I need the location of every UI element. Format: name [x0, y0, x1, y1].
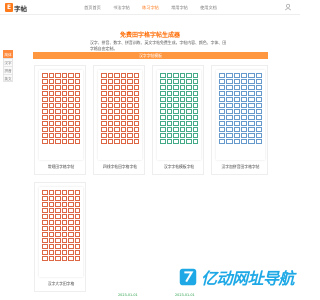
side-tab-english[interactable]: 英文	[3, 74, 13, 82]
logo-text: 字帖	[14, 4, 27, 13]
template-preview	[216, 70, 265, 160]
template-card-label: 四线字帖田字格字帖	[102, 164, 138, 169]
template-preview	[157, 70, 201, 160]
template-preview	[98, 70, 142, 160]
watermark-text: 亿动网址导航	[200, 269, 295, 288]
bottom-tag-1: 2023-01-01	[118, 293, 138, 297]
template-preview	[39, 187, 83, 277]
side-tab-pinyin[interactable]: 拼音	[3, 66, 13, 74]
top-nav-bar: E 字帖 首页首页 书法字帖 练习字帖 常用字帖 使用文档	[0, 0, 300, 15]
page-title: 免费田字格字帖生成器	[119, 32, 180, 39]
nav-item-home[interactable]: 首页首页	[78, 0, 107, 15]
template-card-4[interactable]: 汉字加拼音田字格字帖	[211, 65, 268, 175]
template-card-label: 汉字加拼音田字格字帖	[221, 164, 260, 169]
logo[interactable]: E 字帖	[5, 2, 27, 13]
template-card-label: 汉字大字田字格	[47, 281, 75, 286]
side-tabs: 简体 汉字 拼音 英文	[3, 50, 13, 82]
template-preview	[39, 70, 83, 160]
nav-item-common[interactable]: 常用字帖	[165, 0, 194, 15]
watermark-logo-icon	[179, 268, 197, 286]
template-card-label: 汉字字帖模板字帖	[163, 164, 195, 169]
side-tab-simplified[interactable]: 简体	[3, 50, 13, 58]
nav-item-practice[interactable]: 练习字帖	[136, 0, 165, 15]
hero-desc-line1: 汉字、拼音、数字、拼音训练、英文字帖免费生成，字帖内容、颜色、字体、田字格自由定…	[90, 40, 227, 51]
section-banner: 汉字字帖模板	[33, 52, 268, 59]
nav-item-calligraphy[interactable]: 书法字帖	[107, 0, 136, 15]
template-card-5[interactable]: 汉字大字田字格	[34, 182, 86, 292]
user-icon[interactable]	[284, 3, 292, 11]
side-tab-hanzi[interactable]: 汉字	[3, 58, 13, 66]
logo-mark: E	[5, 3, 13, 12]
nav-item-docs[interactable]: 使用文档	[194, 0, 223, 15]
template-card-1[interactable]: 常规田字格字帖	[34, 65, 86, 175]
bottom-tag-2: 2023-01-01	[175, 293, 195, 297]
template-card-3[interactable]: 汉字字帖模板字帖	[152, 65, 204, 175]
watermark: 亿动网址导航	[177, 265, 295, 289]
main-nav: 首页首页 书法字帖 练习字帖 常用字帖 使用文档	[78, 0, 223, 15]
template-card-2[interactable]: 四线字帖田字格字帖	[93, 65, 145, 175]
template-card-label: 常规田字格字帖	[47, 164, 75, 169]
